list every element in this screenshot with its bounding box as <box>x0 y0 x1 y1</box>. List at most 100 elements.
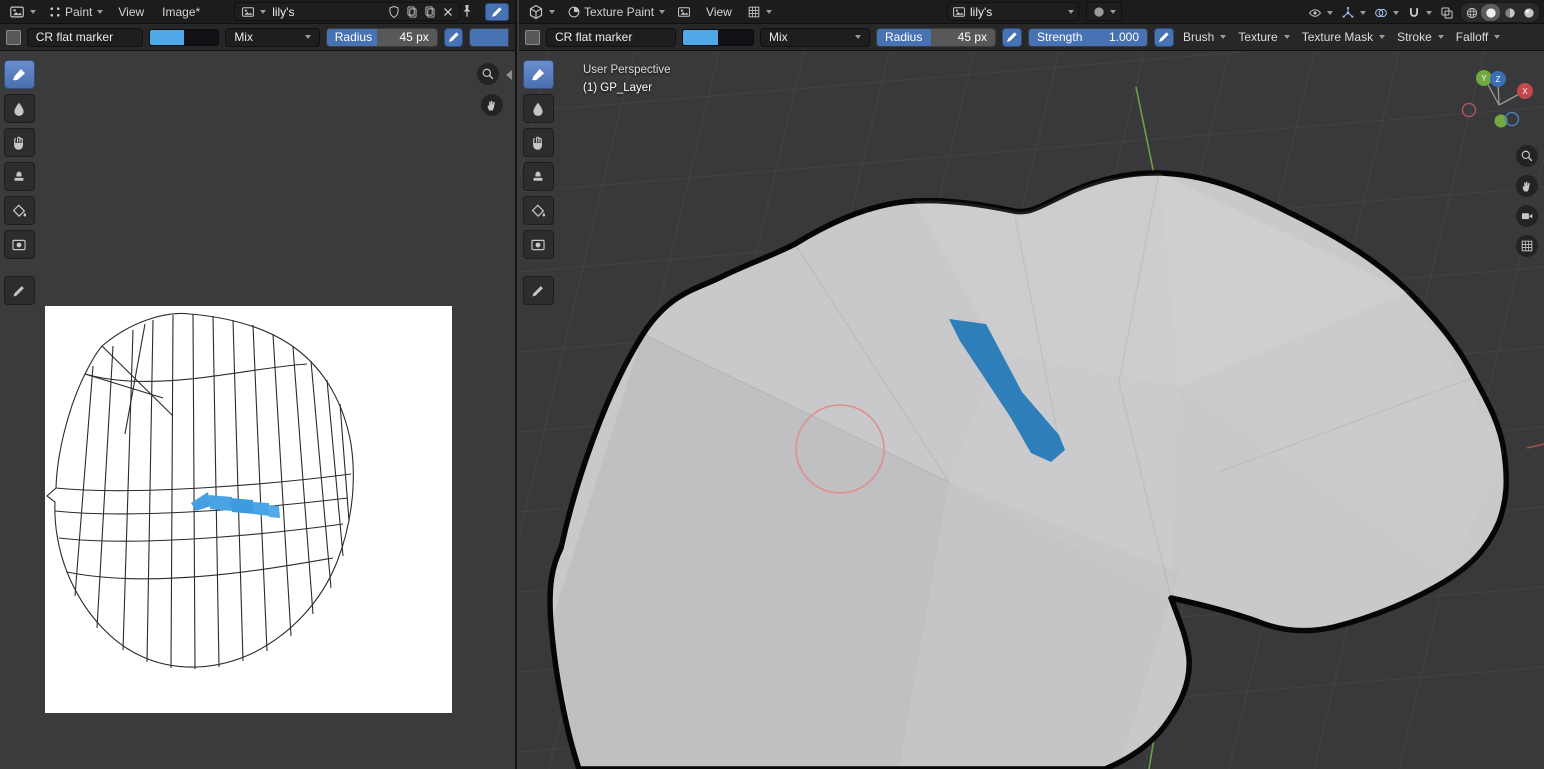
stroke-popover[interactable]: Stroke <box>1394 30 1447 44</box>
new-image-icon[interactable] <box>405 5 419 19</box>
smear-tool-button[interactable] <box>522 128 554 157</box>
radius-slider[interactable]: Radius 45 px <box>325 27 438 47</box>
radius-slider[interactable]: Radius 45 px <box>876 27 996 47</box>
strength-pressure-toggle[interactable] <box>1154 27 1174 47</box>
magnet-icon <box>1407 6 1421 20</box>
z-axis-negative-ball[interactable] <box>1504 111 1520 127</box>
interaction-mode-dropdown[interactable]: Texture Paint <box>562 3 670 21</box>
material-preview-dropdown[interactable] <box>1086 2 1122 21</box>
blend-mode-dropdown[interactable]: Mix <box>760 27 870 47</box>
brush-name: CR flat marker <box>555 30 633 44</box>
view-menu[interactable]: View <box>110 3 152 21</box>
chevron-down-icon <box>304 35 311 39</box>
image-icon <box>677 5 691 19</box>
brush-popover[interactable]: Brush <box>1180 30 1229 44</box>
droplet-icon <box>11 101 27 117</box>
pin-toggle[interactable] <box>459 3 475 22</box>
shading-wireframe-button[interactable] <box>1462 4 1481 21</box>
camera-view-button[interactable] <box>1516 205 1538 227</box>
radius-pressure-toggle[interactable] <box>1002 27 1022 47</box>
image-name-field[interactable]: lily's <box>272 5 383 19</box>
chevron-down-icon <box>260 9 267 14</box>
browse-image-dropdown[interactable] <box>239 5 268 19</box>
mode-icon-button[interactable] <box>672 3 696 21</box>
shading-solid-button[interactable] <box>1481 4 1500 21</box>
unlink-image-icon[interactable] <box>441 5 455 19</box>
falloff-popover[interactable]: Falloff <box>1453 30 1503 44</box>
camera-icon <box>1520 209 1534 223</box>
texture-popover[interactable]: Texture <box>1235 30 1292 44</box>
draw-tool-button[interactable] <box>522 60 554 89</box>
sphere-icon <box>1092 5 1106 19</box>
mask-tool-button[interactable] <box>522 230 554 259</box>
primary-color-swatch[interactable] <box>149 29 185 45</box>
annotate-tool-button[interactable] <box>522 276 554 305</box>
brush-selector[interactable]: CR flat marker <box>546 27 676 47</box>
texture-mask-popover[interactable]: Texture Mask <box>1299 30 1388 44</box>
uv-image-canvas[interactable] <box>45 306 452 713</box>
soften-tool-button[interactable] <box>522 94 554 123</box>
fake-user-shield-icon[interactable] <box>387 5 401 19</box>
mode-label: Texture Paint <box>584 4 655 19</box>
soften-tool-button[interactable] <box>3 94 35 123</box>
editor-type-dropdown[interactable] <box>4 2 41 22</box>
brush-selector[interactable]: CR flat marker <box>26 27 143 47</box>
texture-datablock[interactable]: lily's <box>947 2 1079 21</box>
region-collapse-arrow[interactable] <box>506 70 512 80</box>
fill-tool-button[interactable] <box>522 196 554 225</box>
image-editor-header: Paint View Image* lily's <box>0 0 515 24</box>
blend-mode-dropdown[interactable]: Mix <box>225 27 320 47</box>
material-sphere-icon <box>1503 6 1517 20</box>
mask-icon <box>11 237 27 253</box>
image-datablock-selector: lily's <box>234 2 461 21</box>
navigation-gizmo[interactable]: Y Z X <box>1457 60 1542 138</box>
fill-tool-button[interactable] <box>3 196 35 225</box>
clone-stamp-icon <box>530 169 546 185</box>
strength-slider-clipped[interactable] <box>469 27 509 47</box>
viewport-extra-dropdown[interactable] <box>742 3 777 21</box>
primary-color-swatch[interactable] <box>683 29 718 45</box>
brush-thumbnail[interactable] <box>525 29 540 45</box>
x-axis-negative-ball[interactable] <box>1461 102 1477 118</box>
annotate-tool-button[interactable] <box>3 276 35 305</box>
xray-toggle[interactable] <box>1438 4 1456 22</box>
brush-thumbnail[interactable] <box>6 29 21 45</box>
fill-bucket-icon <box>530 203 546 219</box>
ortho-toggle-button[interactable] <box>1516 235 1538 257</box>
zoom-button[interactable] <box>1516 145 1538 167</box>
zoom-button[interactable] <box>477 63 499 85</box>
magnifier-icon <box>481 67 495 81</box>
chevron-down-icon <box>1110 9 1116 14</box>
secondary-color-swatch[interactable] <box>718 29 753 45</box>
pan-button[interactable] <box>481 94 503 116</box>
view-menu[interactable]: View <box>698 3 740 21</box>
pan-button[interactable] <box>1516 175 1538 197</box>
image-menu[interactable]: Image* <box>154 3 208 21</box>
shading-rendered-button[interactable] <box>1519 4 1538 21</box>
mask-tool-button[interactable] <box>3 230 35 259</box>
snapping-dropdown[interactable] <box>1405 4 1434 22</box>
editor-type-dropdown[interactable] <box>523 2 560 22</box>
brush-icon <box>530 67 546 83</box>
paint-mode-dropdown[interactable]: Paint <box>43 3 108 21</box>
clone-tool-button[interactable] <box>3 162 35 191</box>
chevron-down-icon <box>1068 9 1074 14</box>
gizmos-toggle-button[interactable] <box>485 3 509 21</box>
strength-slider[interactable]: Strength 1.000 <box>1028 27 1148 47</box>
viewport-canvas[interactable] <box>519 52 1544 769</box>
visibility-dropdown[interactable] <box>1306 4 1335 22</box>
radius-pressure-toggle[interactable] <box>443 27 464 47</box>
smear-tool-button[interactable] <box>3 128 35 157</box>
overlays-dropdown[interactable] <box>1372 4 1401 22</box>
shading-material-button[interactable] <box>1500 4 1519 21</box>
secondary-color-swatch[interactable] <box>184 29 219 45</box>
pack-image-icon[interactable] <box>423 5 437 19</box>
gizmos-dropdown[interactable] <box>1339 4 1368 22</box>
texture-name: lily's <box>970 4 993 19</box>
clone-tool-button[interactable] <box>522 162 554 191</box>
chevron-down-icon <box>1379 35 1386 39</box>
image-tool-settings: CR flat marker Mix Radius 45 px <box>0 24 515 51</box>
z-axis-label: Z <box>1496 75 1501 84</box>
draw-tool-button[interactable] <box>3 60 35 89</box>
texture-slot-selector: lily's <box>947 2 1079 21</box>
